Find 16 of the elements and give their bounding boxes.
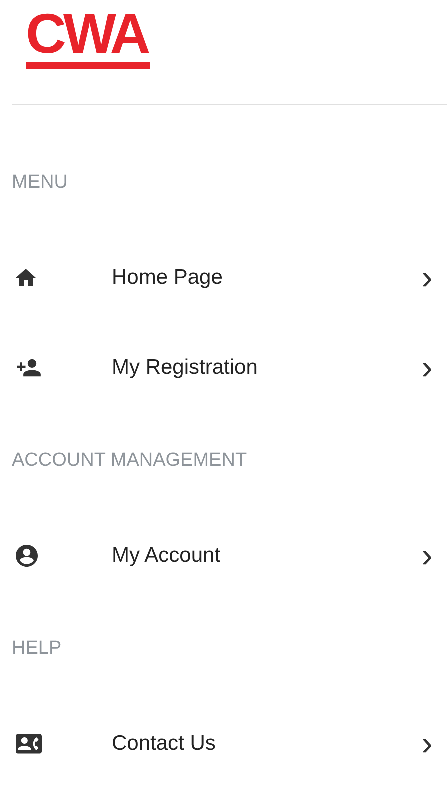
account-icon — [16, 545, 38, 567]
section-heading: ACCOUNT MANAGEMENT — [11, 449, 248, 473]
contact-card-icon — [16, 734, 42, 754]
home-icon — [16, 269, 36, 287]
section-heading: MENU — [11, 171, 69, 195]
menu-item[interactable]: Contact Us — [112, 732, 216, 756]
add-person-icon — [16, 359, 42, 377]
menu-item[interactable]: My Account — [112, 544, 221, 568]
chevron-icon: › — [422, 353, 433, 383]
chevron-icon: › — [422, 729, 433, 759]
section-heading: HELP — [11, 637, 63, 661]
chevron-icon: › — [422, 263, 433, 293]
chevron-icon: › — [422, 541, 433, 571]
menu-item[interactable]: My Registration — [112, 356, 258, 380]
menu-item[interactable]: Home Page — [112, 266, 223, 290]
logo: CWA — [26, 6, 150, 69]
